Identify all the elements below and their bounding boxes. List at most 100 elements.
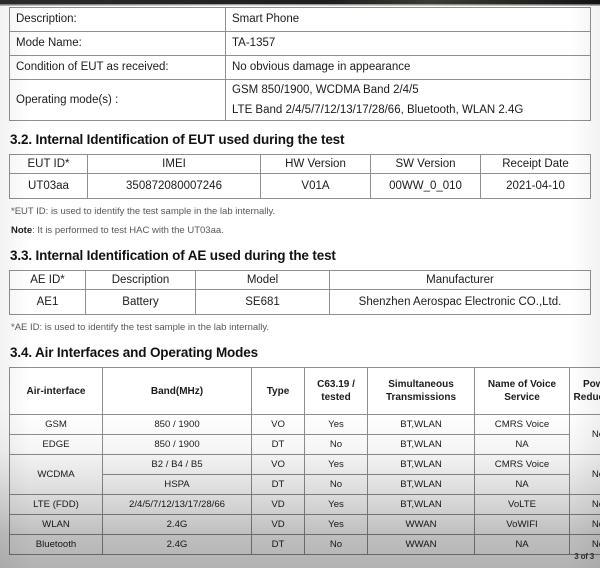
section-34-heading: 3.4. Air Interfaces and Operating Modes bbox=[10, 345, 258, 360]
eut-identification-table: EUT ID* IMEI HW Version SW Version Recei… bbox=[9, 154, 591, 199]
operating-modes-value: GSM 850/1900, WCDMA Band 2/4/5 LTE Band … bbox=[225, 79, 591, 121]
cell-power-reduction: No bbox=[569, 414, 600, 455]
column-header-sw-version: SW Version bbox=[370, 154, 481, 174]
table-row: Operating mode(s) : GSM 850/1900, WCDMA … bbox=[9, 79, 591, 121]
air-interfaces-table: Air-interface Band(MHz) Type C63.19 / te… bbox=[9, 367, 600, 555]
cell-voice-service: CMRS Voice bbox=[474, 454, 570, 475]
condition-label: Condition of EUT as received: bbox=[9, 55, 226, 80]
cell-c63-tested: No bbox=[304, 474, 368, 495]
cell-voice-service: VoWIFI bbox=[474, 514, 570, 535]
cell-voice-service: CMRS Voice bbox=[474, 414, 570, 435]
cell-band: 850 / 1900 bbox=[102, 414, 252, 435]
cell-c63-tested: Yes bbox=[304, 454, 368, 475]
condition-value: No obvious damage in appearance bbox=[225, 55, 591, 80]
cell-type: DT bbox=[251, 474, 305, 495]
table-row: Description: Smart Phone bbox=[9, 7, 591, 32]
table-row: WCDMA B2 / B4 / B5 VO Yes BT,WLAN CMRS V… bbox=[9, 454, 600, 495]
table-row: UT03aa 350872080007246 V01A 00WW_0_010 2… bbox=[9, 173, 591, 199]
column-header-voice-line-2: Service bbox=[504, 392, 540, 403]
cell-receipt-date: 2021-04-10 bbox=[480, 173, 591, 199]
cell-power-reduction: No bbox=[569, 514, 600, 535]
eut-note-text: : It is performed to test HAC with the U… bbox=[32, 225, 224, 236]
cell-band: 2.4G bbox=[102, 534, 252, 555]
table-row: AE1 Battery SE681 Shenzhen Aerospac Elec… bbox=[9, 289, 591, 315]
cell-band: B2 / B4 / B5 bbox=[102, 454, 252, 475]
column-header-eut-id: EUT ID* bbox=[9, 154, 88, 174]
cell-air-interface: WLAN bbox=[9, 514, 103, 535]
cell-c63-tested: No bbox=[304, 434, 368, 455]
column-header-sim-line-1: Simultaneous bbox=[388, 379, 454, 390]
cell-air-interface: Bluetooth bbox=[9, 534, 103, 555]
table-row: GSM 850 / 1900 VO Yes BT,WLAN CMRS Voice… bbox=[9, 414, 600, 455]
table-header-row: Air-interface Band(MHz) Type C63.19 / te… bbox=[9, 367, 600, 415]
cell-simultaneous: BT,WLAN bbox=[367, 434, 475, 455]
mode-name-value: TA-1357 bbox=[225, 31, 591, 56]
operating-modes-line-1: GSM 850/1900, WCDMA Band 2/4/5 bbox=[232, 84, 419, 96]
cell-c63-tested: Yes bbox=[304, 414, 368, 435]
column-header-ae-id: AE ID* bbox=[9, 270, 86, 290]
cell-c63-tested: Yes bbox=[304, 514, 368, 535]
table-row: WLAN 2.4G VD Yes WWAN VoWIFI No bbox=[9, 514, 600, 535]
cell-power-reduction: No bbox=[569, 454, 600, 495]
description-label: Description: bbox=[9, 7, 226, 32]
column-header-c63-tested: C63.19 / tested bbox=[304, 367, 368, 415]
device-description-table: Description: Smart Phone Mode Name: TA-1… bbox=[9, 7, 591, 121]
cell-eut-id: UT03aa bbox=[9, 173, 88, 199]
cell-ae-description: Battery bbox=[85, 289, 196, 315]
table-row: Mode Name: TA-1357 bbox=[9, 31, 591, 56]
eut-note-label: Note bbox=[11, 225, 33, 236]
cell-type: VD bbox=[251, 514, 305, 535]
column-header-imei: IMEI bbox=[87, 154, 261, 174]
cell-imei: 350872080007246 bbox=[87, 173, 261, 199]
table-header-row: EUT ID* IMEI HW Version SW Version Recei… bbox=[9, 154, 591, 174]
cell-band: 2.4G bbox=[102, 514, 252, 535]
table-row: LTE (FDD) 2/4/5/7/12/13/17/28/66 VD Yes … bbox=[9, 494, 600, 515]
eut-note: Note: It is performed to test HAC with t… bbox=[11, 224, 591, 237]
column-header-power-reduction: Power Reduction bbox=[569, 367, 600, 415]
scan-top-edge-highlight bbox=[0, 4, 600, 6]
cell-simultaneous: WWAN bbox=[367, 534, 475, 555]
column-header-c63-line-2: tested bbox=[321, 392, 351, 403]
cell-voice-service: VoLTE bbox=[474, 494, 570, 515]
column-header-band: Band(MHz) bbox=[102, 367, 252, 415]
cell-simultaneous: BT,WLAN bbox=[367, 414, 475, 435]
cell-power-reduction: No bbox=[569, 494, 600, 515]
table-row: Condition of EUT as received: No obvious… bbox=[9, 55, 591, 80]
page-marker: 3 of 3 bbox=[574, 552, 594, 561]
cell-air-interface: WCDMA bbox=[9, 454, 103, 495]
ae-footnote: *AE ID: is used to identify the test sam… bbox=[11, 322, 270, 333]
cell-air-interface: LTE (FDD) bbox=[9, 494, 103, 515]
cell-simultaneous: BT,WLAN bbox=[367, 474, 475, 495]
cell-band: 850 / 1900 bbox=[102, 434, 252, 455]
cell-ae-id: AE1 bbox=[9, 289, 86, 315]
table-header-row: AE ID* Description Model Manufacturer bbox=[9, 270, 591, 290]
column-header-voice-line-1: Name of Voice bbox=[487, 379, 557, 390]
cell-air-interface: EDGE bbox=[9, 434, 103, 455]
column-header-air-interface: Air-interface bbox=[9, 367, 103, 415]
cell-simultaneous: BT,WLAN bbox=[367, 454, 475, 475]
table-row: EDGE 850 / 1900 DT No BT,WLAN NA bbox=[9, 434, 600, 455]
column-header-receipt-date: Receipt Date bbox=[480, 154, 591, 174]
cell-type: DT bbox=[251, 434, 305, 455]
cell-type: VD bbox=[251, 494, 305, 515]
cell-voice-service: NA bbox=[474, 434, 570, 455]
column-header-hw-version: HW Version bbox=[260, 154, 371, 174]
cell-hw-version: V01A bbox=[260, 173, 371, 199]
ae-identification-table: AE ID* Description Model Manufacturer AE… bbox=[9, 270, 591, 315]
mode-name-label: Mode Name: bbox=[9, 31, 226, 56]
cell-manufacturer: Shenzhen Aerospac Electronic CO.,Ltd. bbox=[329, 289, 591, 315]
cell-simultaneous: WWAN bbox=[367, 514, 475, 535]
column-header-c63-line-1: C63.19 / bbox=[317, 379, 355, 390]
column-header-ae-description: Description bbox=[85, 270, 196, 290]
description-value: Smart Phone bbox=[225, 7, 591, 32]
column-header-sim-line-2: Transmissions bbox=[385, 392, 457, 403]
table-row: Bluetooth 2.4G DT No WWAN NA No bbox=[9, 534, 600, 555]
column-header-power-line-1: Power bbox=[582, 379, 600, 390]
column-header-name-of-voice-service: Name of Voice Service bbox=[474, 367, 570, 415]
cell-voice-service: NA bbox=[474, 474, 570, 495]
cell-ae-model: SE681 bbox=[195, 289, 330, 315]
section-32-heading: 3.2. Internal Identification of EUT used… bbox=[10, 132, 345, 147]
operating-modes-label: Operating mode(s) : bbox=[9, 79, 226, 121]
cell-c63-tested: Yes bbox=[304, 494, 368, 515]
column-header-power-line-2: Reduction bbox=[573, 392, 600, 403]
